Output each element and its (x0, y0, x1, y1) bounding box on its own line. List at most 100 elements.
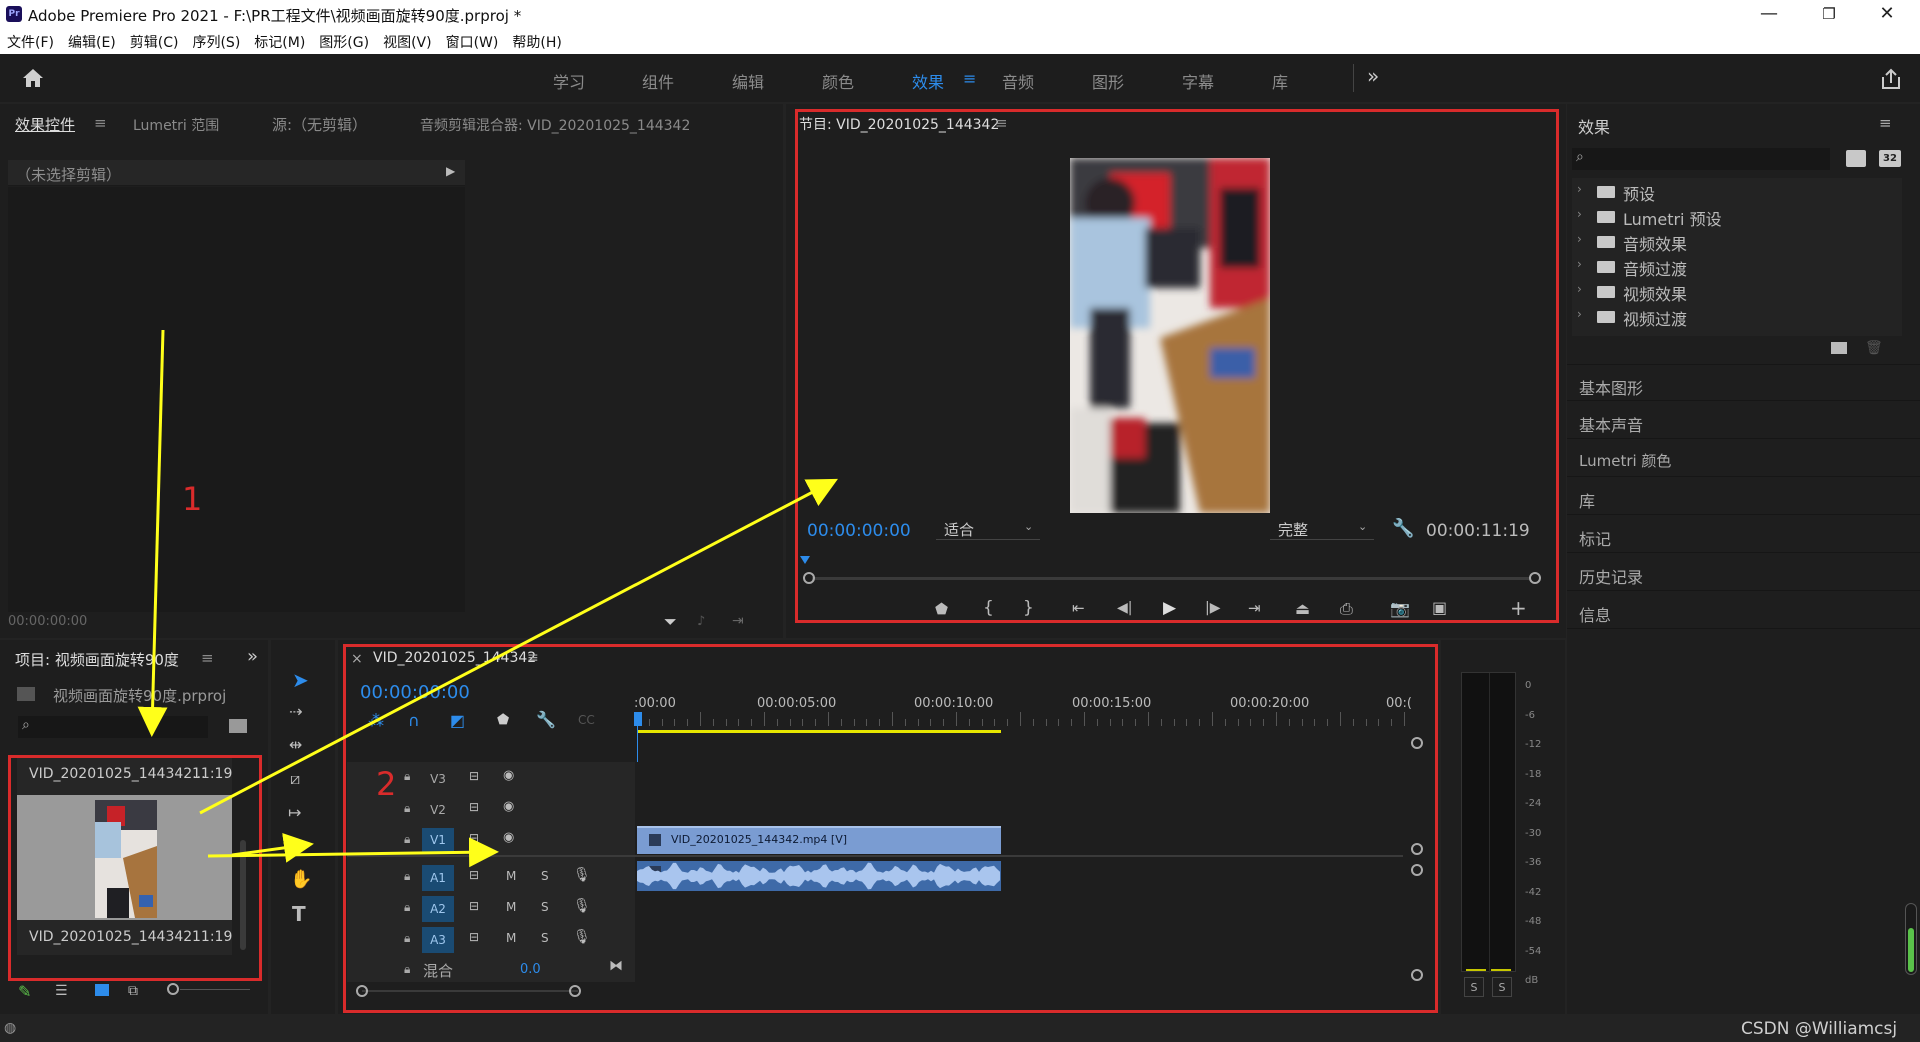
sync-lock-icon[interactable]: ⊟ (469, 800, 479, 814)
menu-help[interactable]: 帮助(H) (505, 28, 568, 54)
lock-icon[interactable]: 🔒︎ (404, 931, 410, 946)
extract-icon[interactable]: ⎙ (1340, 599, 1353, 619)
workspace-captions[interactable]: 字幕 (1182, 69, 1214, 93)
menu-sequence[interactable]: 序列(S) (185, 28, 247, 54)
video-audio-divider[interactable] (347, 855, 1403, 857)
32bit-effects-icon[interactable]: 32 (1879, 150, 1901, 167)
track-select-tool-icon[interactable]: ⇢ (289, 702, 302, 721)
meter-solo-right[interactable]: S (1492, 977, 1512, 997)
zoom-slider-track[interactable] (180, 989, 250, 990)
filter-icon[interactable]: ⏷ (664, 612, 677, 632)
home-icon[interactable] (22, 68, 44, 88)
h-scroll-handle-right[interactable] (569, 985, 581, 997)
go-to-out-icon[interactable]: ⇥ (1248, 599, 1261, 617)
section-libraries[interactable]: 库 (1567, 478, 1920, 515)
comparison-view-icon[interactable]: ▣ (1432, 598, 1447, 617)
list-view-icon[interactable]: ☰ (55, 983, 68, 999)
section-info[interactable]: 信息 (1567, 592, 1920, 629)
lock-icon[interactable]: 🔒︎ (404, 832, 410, 847)
lock-icon[interactable]: 🔒︎ (404, 900, 410, 915)
tab-effect-controls[interactable]: 效果控件 (15, 114, 75, 135)
microphone-icon[interactable]: 🎙︎ (573, 929, 591, 945)
timeline-marker-icon[interactable]: ⬟ (497, 712, 509, 728)
play-arrow-icon[interactable]: ▶ (446, 164, 455, 178)
workspace-assembly[interactable]: 组件 (642, 69, 674, 93)
lift-icon[interactable]: ⏏ (1295, 599, 1310, 618)
audio-only-icon[interactable]: ♪ (697, 614, 705, 629)
track-label-a1[interactable]: A1 (422, 865, 454, 891)
track-label-a3[interactable]: A3 (422, 927, 454, 953)
program-current-timecode[interactable]: 00:00:00:00 (807, 521, 911, 541)
folder-video-transitions[interactable]: › 视频过渡 (1577, 305, 1897, 330)
step-forward-icon[interactable]: |▶ (1205, 600, 1220, 616)
mute-button[interactable]: M (506, 900, 516, 914)
play-icon[interactable]: ▶ (1163, 598, 1176, 618)
eye-icon[interactable]: ◉ (503, 830, 514, 845)
sync-lock-icon[interactable]: ⊟ (469, 769, 479, 783)
lock-icon[interactable]: 🔒︎ (404, 962, 410, 977)
work-area-bar[interactable] (637, 730, 1001, 733)
tab-lumetri-scopes[interactable]: Lumetri 范围 (133, 115, 219, 135)
menu-file[interactable]: 文件(F) (0, 28, 61, 54)
track-label-v2[interactable]: V2 (422, 799, 454, 821)
freeform-view-icon[interactable]: ⧉ (128, 983, 138, 999)
captions-cc-icon[interactable]: CC (578, 713, 595, 727)
snap-magnet-icon[interactable]: ∩ (408, 711, 420, 730)
workspace-audio[interactable]: 音频 (1002, 69, 1034, 93)
export-icon[interactable]: ⇥ (732, 613, 744, 629)
mute-button[interactable]: M (506, 869, 516, 883)
go-to-in-icon[interactable]: ⇤ (1072, 599, 1085, 617)
accelerated-effects-icon[interactable] (1846, 150, 1866, 167)
effects-search-input[interactable]: ⌕ (1572, 148, 1830, 170)
folder-audio-transitions[interactable]: › 音频过渡 (1577, 255, 1897, 280)
mix-panner-icon[interactable]: ⧓ (609, 958, 623, 974)
razor-tool-icon[interactable]: ⧄ (290, 769, 300, 789)
scroll-handle-right[interactable] (1529, 572, 1541, 584)
pencil-icon[interactable]: ✎ (18, 982, 31, 1001)
workspace-learn[interactable]: 学习 (553, 69, 585, 93)
workspace-libraries[interactable]: 库 (1272, 69, 1288, 93)
project-clip-item[interactable]: VID_20201025_144342... 11:19 VID_2020102… (17, 757, 232, 955)
folder-audio-effects[interactable]: › 音频效果 (1577, 230, 1897, 255)
section-essential-sound[interactable]: 基本声音 (1567, 402, 1920, 439)
sync-lock-icon[interactable]: ⊟ (469, 899, 479, 913)
sync-lock-icon[interactable]: ⊟ (469, 831, 479, 845)
tab-audio-clip-mixer[interactable]: 音频剪辑混合器: VID_20201025_144342 (420, 115, 690, 135)
camera-icon[interactable]: 📷 (1390, 599, 1410, 618)
solo-button[interactable]: S (541, 900, 549, 914)
more-workspaces-icon[interactable]: » (1367, 64, 1379, 88)
audio-clip[interactable] (637, 861, 1001, 891)
ripple-edit-tool-icon[interactable]: ⇹ (289, 735, 302, 754)
folder-lumetri-presets[interactable]: › Lumetri 预设 (1577, 205, 1897, 230)
tab-source[interactable]: 源:（无剪辑） (272, 114, 367, 135)
selection-tool-icon[interactable]: ➤ (292, 668, 309, 692)
scroll-indicator[interactable] (1905, 903, 1917, 975)
workspace-color[interactable]: 颜色 (822, 69, 854, 93)
playhead-marker[interactable] (800, 556, 810, 564)
workspace-menu-icon[interactable]: ≡ (963, 69, 976, 88)
timeline-timecode[interactable]: 00:00:00:00 (360, 682, 470, 703)
section-lumetri-color[interactable]: Lumetri 颜色 (1567, 440, 1920, 477)
linked-selection-icon[interactable]: ◩ (450, 711, 465, 730)
sync-lock-icon[interactable]: ⊟ (469, 930, 479, 944)
timeline-wrench-icon[interactable]: 🔧 (536, 710, 556, 729)
pen-tool-icon[interactable]: ✒ (290, 836, 303, 855)
menu-view[interactable]: 视图(V) (376, 28, 439, 54)
v-scroll-handle-mid-a[interactable] (1411, 843, 1423, 855)
panel-menu-icon[interactable]: ≡ (94, 114, 107, 132)
new-bin-icon[interactable] (1831, 342, 1847, 354)
project-search-input[interactable]: ⌕ (18, 716, 208, 738)
mix-value[interactable]: 0.0 (520, 962, 541, 977)
settings-wrench-icon[interactable]: 🔧 (1392, 518, 1414, 539)
h-scrollbar[interactable] (362, 990, 578, 992)
sequence-tab[interactable]: VID_20201025_144342 (373, 650, 536, 666)
mute-button[interactable]: M (506, 931, 516, 945)
project-more-icon[interactable]: » (247, 646, 258, 667)
project-menu-icon[interactable]: ≡ (201, 649, 214, 667)
eye-icon[interactable]: ◉ (503, 768, 514, 783)
nest-icon[interactable]: ⁂ (368, 711, 384, 730)
mark-out-icon[interactable]: } (1023, 598, 1034, 618)
trash-icon[interactable]: 🗑 (1865, 340, 1883, 356)
fit-dropdown[interactable]: 适合 ⌄ (936, 518, 1040, 540)
workspace-effects[interactable]: 效果 (912, 69, 944, 93)
